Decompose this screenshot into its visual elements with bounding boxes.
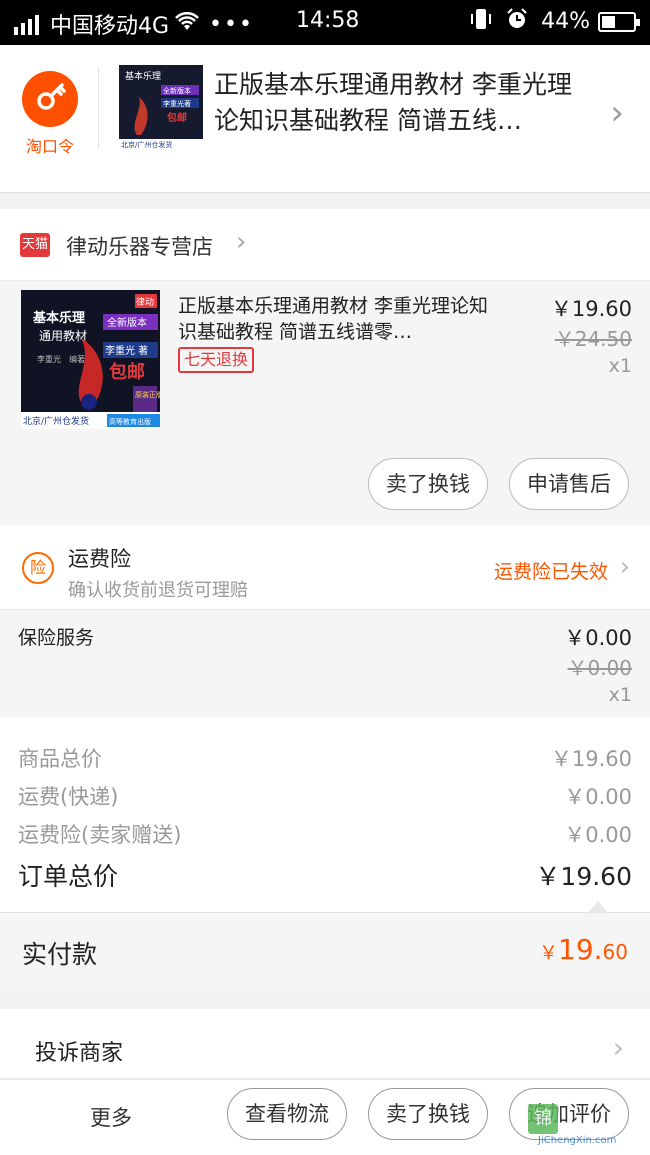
- insurance-fee-value: ￥0.00: [564, 823, 632, 847]
- paid-label: 实付款: [22, 940, 98, 969]
- sell-exchange-button[interactable]: 卖了换钱: [368, 458, 488, 510]
- service-price: ￥0.00: [564, 626, 632, 650]
- chevron-right-icon: ›: [236, 227, 247, 257]
- status-left: 中国移动4G •••: [14, 8, 254, 40]
- thumb-text: 北京/广州仓发货: [23, 415, 89, 427]
- caret-up-icon: [588, 901, 608, 913]
- shipping-value: ￥0.00: [564, 785, 632, 809]
- carrier-label: 中国移动4G: [50, 14, 170, 39]
- apply-after-sale-button[interactable]: 申请售后: [509, 458, 629, 510]
- battery-icon: [598, 11, 640, 32]
- thumb-text: 北京/广州仓发货: [121, 140, 172, 149]
- tmall-icon: 天猫: [20, 233, 50, 257]
- sell-exchange-button[interactable]: 卖了换钱: [368, 1088, 488, 1140]
- store-row[interactable]: 天猫 律动乐器专营店 ›: [0, 209, 650, 281]
- thumb-text: 全新版本: [107, 316, 147, 329]
- thumb-text: 通用教材: [39, 328, 87, 343]
- product-title[interactable]: 正版基本乐理通用教材 李重光理论知识基础教程 简谱五线谱零…: [178, 293, 498, 345]
- divider: [98, 67, 99, 149]
- service-original-price: ￥0.00: [567, 656, 632, 680]
- paid-currency: ￥: [539, 942, 559, 964]
- battery-percent: 44%: [541, 9, 590, 34]
- view-logistics-button[interactable]: 查看物流: [227, 1088, 347, 1140]
- thumb-text: 李重光著: [163, 99, 191, 108]
- shipping-insurance-row[interactable]: 险 运费险 确认收货前退货可理赔 运费险已失效 ›: [0, 525, 650, 610]
- taokouling-banner[interactable]: 淘口令 基本乐理 全新版本 李重光著 包邮 北京/广州仓发货 正版基本乐理通用教…: [0, 45, 650, 193]
- paid-amount-row: 实付款 ￥19.60: [0, 913, 650, 993]
- paid-value: ￥19.60: [539, 933, 628, 966]
- insurance-service-item: 保险服务 ￥0.00 ￥0.00 x1: [0, 610, 650, 717]
- thumb-text: 基本乐理: [32, 310, 85, 326]
- wifi-icon: [175, 11, 199, 37]
- more-dots: •••: [209, 11, 254, 37]
- thumb-text: 李重光 著: [105, 344, 148, 357]
- goods-total-label: 商品总价: [18, 747, 102, 771]
- order-total-label: 订单总价: [18, 862, 119, 891]
- taokouling-logo-icon: [22, 71, 78, 127]
- product-price: ￥19.60: [550, 297, 632, 321]
- status-bar: 中国移动4G ••• 14:58 44%: [0, 0, 650, 45]
- thumb-text: 全新版本: [163, 86, 191, 95]
- watermark-box: 锦: [528, 1104, 558, 1134]
- product-quantity: x1: [608, 355, 632, 377]
- bottom-action-bar: 更多 查看物流 卖了换钱 追加评价 锦 JiChengXin.com: [0, 1079, 650, 1155]
- thumb-text: 包邮: [109, 361, 145, 383]
- thumb-text: 律动: [136, 296, 154, 308]
- product-original-price: ￥24.50: [554, 327, 632, 351]
- complaint-row[interactable]: 投诉商家 ›: [0, 1009, 650, 1079]
- paid-decimal: 60: [602, 940, 628, 964]
- more-button[interactable]: 更多: [90, 1102, 132, 1132]
- chevron-right-icon: ›: [612, 1031, 624, 1064]
- thumb-text: 包邮: [167, 111, 187, 124]
- chevron-right-icon: ›: [619, 552, 630, 582]
- thumb-text: 高等教育出版: [109, 417, 151, 426]
- product-item[interactable]: 基本乐理 通用教材 律动 全新版本 李重光 著 包邮 原装正版 李重光 编著 北…: [0, 281, 650, 525]
- vibrate-icon: [469, 8, 493, 35]
- status-right: 44%: [469, 8, 640, 35]
- watermark-logo: 锦 JiChengXin.com: [528, 1104, 646, 1146]
- service-quantity: x1: [608, 684, 632, 706]
- taokouling-logo-label: 淘口令: [25, 137, 74, 156]
- thumb-text: 基本乐理: [125, 70, 161, 82]
- chevron-right-icon[interactable]: ›: [610, 93, 624, 133]
- watermark-text: JiChengXin.com: [538, 1135, 617, 1146]
- alarm-icon: [505, 8, 529, 35]
- insurance-fee-label: 运费险(卖家赠送): [18, 823, 182, 847]
- order-totals: 商品总价 ￥19.60 运费(快递) ￥0.00 运费险(卖家赠送) ￥0.00…: [0, 717, 650, 913]
- insurance-title: 运费险: [68, 547, 131, 571]
- insurance-subtitle: 确认收货前退货可理赔: [68, 580, 248, 601]
- insurance-status: 运费险已失效: [493, 561, 608, 583]
- complaint-label: 投诉商家: [35, 1041, 124, 1066]
- paid-integer: 19.: [558, 933, 603, 966]
- thumb-text: 原装正版: [135, 390, 160, 399]
- service-name: 保险服务: [18, 627, 95, 649]
- goods-total-value: ￥19.60: [550, 747, 632, 771]
- seven-day-return-badge: 七天退换: [178, 347, 255, 373]
- insurance-icon: 险: [22, 552, 54, 584]
- taokouling-product-thumbnail: 基本乐理 全新版本 李重光著 包邮 北京/广州仓发货: [119, 65, 203, 149]
- product-thumbnail[interactable]: 基本乐理 通用教材 律动 全新版本 李重光 著 包邮 原装正版 李重光 编著 北…: [21, 290, 160, 429]
- store-name: 律动乐器专营店: [66, 235, 213, 259]
- clock: 14:58: [296, 8, 360, 33]
- taokouling-title: 正版基本乐理通用教材 李重光理论知识基础教程 简谱五线…: [214, 70, 572, 135]
- thumb-text: 李重光 编著: [37, 354, 85, 364]
- signal-icon: [14, 13, 42, 35]
- order-total-value: ￥19.60: [535, 862, 632, 891]
- shipping-label: 运费(快递): [18, 785, 119, 809]
